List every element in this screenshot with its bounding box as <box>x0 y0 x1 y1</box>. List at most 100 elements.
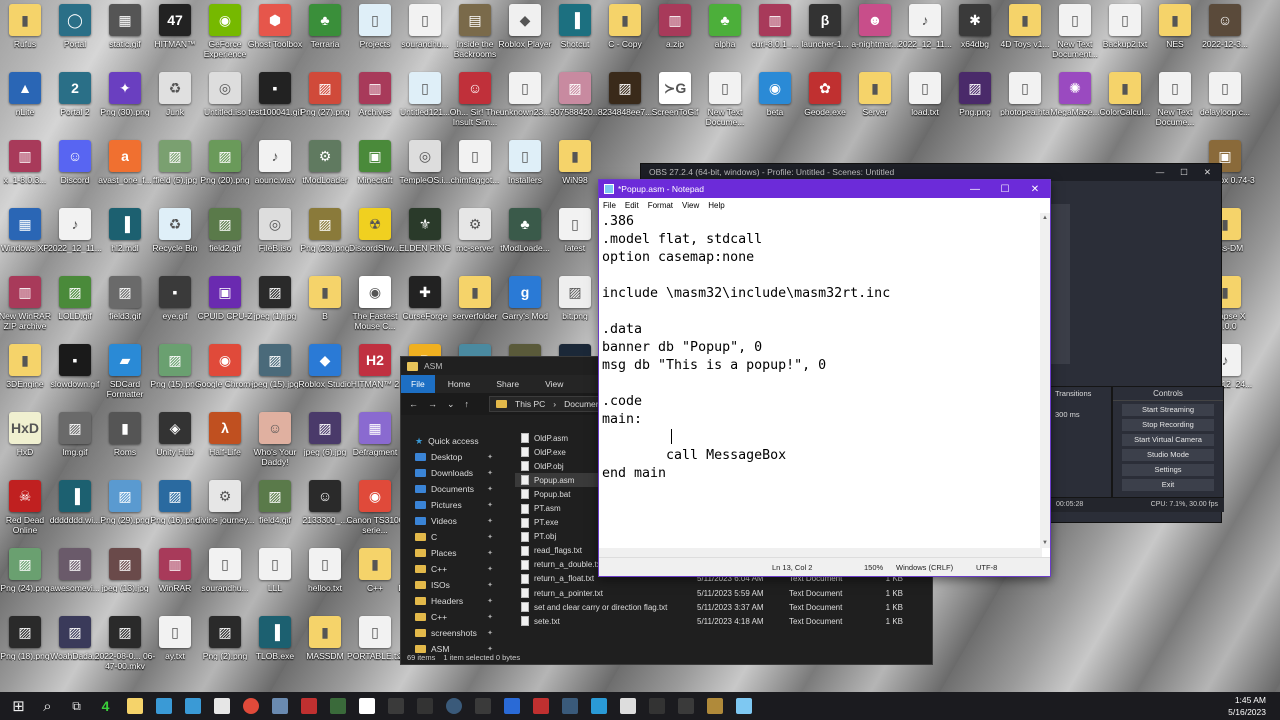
maximize-icon[interactable]: ☐ <box>1180 167 1188 181</box>
desktop-app-icon: ◈ <box>159 412 191 444</box>
taskbar-app-icon[interactable] <box>587 694 611 718</box>
nav-item[interactable]: ★ Quick access <box>401 433 501 449</box>
back-arrow-icon[interactable]: ← <box>409 399 418 409</box>
taskbar-app-icon[interactable] <box>471 694 495 718</box>
controls-header: Controls <box>1113 387 1223 401</box>
taskbar-app-icon[interactable] <box>384 694 408 718</box>
desktop-app-icon: ▨ <box>159 140 191 172</box>
system-tray-clock[interactable]: 1:45 AM 5/16/2023 <box>1228 694 1266 718</box>
scroll-up-icon[interactable]: ▲ <box>1042 215 1048 221</box>
taskbar-app-icon[interactable] <box>326 694 350 718</box>
notepad-window[interactable]: *Popup.asm - Notepad — ☐ ✕ File Edit For… <box>598 179 1051 577</box>
nav-item[interactable]: C++ ✦ <box>401 561 501 577</box>
desktop-app-icon: ♣ <box>709 4 741 36</box>
desktop-icon[interactable]: ▨ bit.png <box>544 272 606 338</box>
stop-recording-button[interactable]: Stop Recording <box>1122 419 1214 431</box>
taskbar-notepad-icon[interactable] <box>732 694 756 718</box>
nav-item[interactable]: Desktop ✦ <box>401 449 501 465</box>
taskbar-app-icon[interactable] <box>500 694 524 718</box>
desktop-app-icon: ▮ <box>359 548 391 580</box>
taskbar-app-icon[interactable] <box>152 694 176 718</box>
desktop-icon[interactable]: ▮ WiN98 <box>544 136 606 202</box>
desktop-icon[interactable]: ▯ delayloop.c... <box>1194 68 1256 134</box>
menu-format[interactable]: Format <box>648 201 673 210</box>
nav-item[interactable]: Documents ✦ <box>401 481 501 497</box>
taskbar-app-icon[interactable] <box>297 694 321 718</box>
maximize-icon[interactable]: ☐ <box>990 184 1020 195</box>
studio-mode-button[interactable]: Studio Mode <box>1122 449 1214 461</box>
breadcrumb-item[interactable]: This PC <box>515 399 545 409</box>
taskbar-app-icon[interactable] <box>558 694 582 718</box>
taskbar-app-icon[interactable] <box>355 694 379 718</box>
desktop-app-icon: ✺ <box>1059 72 1091 104</box>
start-virtual-camera-button[interactable]: Start Virtual Camera <box>1122 434 1214 446</box>
taskbar-app-icon[interactable] <box>210 694 234 718</box>
taskbar-steam-icon[interactable] <box>442 694 466 718</box>
nav-item[interactable]: Places ✦ <box>401 545 501 561</box>
desktop-app-icon: ▯ <box>309 548 341 580</box>
taskbar-app-4-icon[interactable]: 4 <box>94 694 118 718</box>
minimize-icon[interactable]: — <box>960 184 990 195</box>
desktop-app-icon: ▯ <box>209 548 241 580</box>
taskbar-app-icon[interactable] <box>268 694 292 718</box>
desktop-app-icon: ✚ <box>409 276 441 308</box>
taskbar-search-icon[interactable]: ⌕ <box>36 694 60 718</box>
taskbar-app-icon[interactable] <box>703 694 727 718</box>
start-streaming-button[interactable]: Start Streaming <box>1122 404 1214 416</box>
desktop-app-icon: ◉ <box>209 344 241 376</box>
tab-view[interactable]: View <box>532 379 576 389</box>
text-editor[interactable]: .386 .model flat, stdcall option casemap… <box>599 213 1041 548</box>
pin-icon: ✦ <box>487 454 493 461</box>
desktop-icon[interactable]: ▯ latest <box>544 204 606 270</box>
taskbar-app-icon[interactable] <box>413 694 437 718</box>
nav-item[interactable]: C ✦ <box>401 529 501 545</box>
nav-item[interactable]: ISOs ✦ <box>401 577 501 593</box>
taskbar-app-icon[interactable] <box>674 694 698 718</box>
file-row[interactable]: set and clear carry or direction flag.tx… <box>515 600 933 614</box>
taskbar-app-icon[interactable] <box>529 694 553 718</box>
exit-button[interactable]: Exit <box>1122 479 1214 491</box>
minimize-icon[interactable]: — <box>1156 167 1165 181</box>
taskbar-task-view-icon[interactable]: ⧉ <box>65 694 89 718</box>
tab-home[interactable]: Home <box>435 379 484 389</box>
cursor-position: Ln 13, Col 2 <box>772 563 813 572</box>
taskbar-app-icon[interactable] <box>616 694 640 718</box>
taskbar-app-icon[interactable] <box>123 694 147 718</box>
tab-file[interactable]: File <box>401 375 435 393</box>
desktop-icon[interactable]: ☺ 2022-12-3... <box>1194 0 1256 66</box>
close-icon[interactable]: ✕ <box>1020 184 1050 195</box>
desktop-app-icon: ▮ <box>9 344 41 376</box>
chevron-down-icon[interactable]: ⌄ <box>447 399 455 410</box>
notepad-titlebar[interactable]: *Popup.asm - Notepad — ☐ ✕ <box>599 180 1050 198</box>
desktop-app-icon: ▨ <box>159 480 191 512</box>
clock-date: 5/16/2023 <box>1228 707 1266 717</box>
nav-item[interactable]: Headers ✦ <box>401 593 501 609</box>
up-arrow-icon[interactable]: ↑ <box>465 399 470 409</box>
nav-item[interactable]: Downloads ✦ <box>401 465 501 481</box>
file-row[interactable]: sete.txt 5/11/2023 4:18 AM Text Document 1 … <box>515 614 933 628</box>
desktop-app-icon: ▐ <box>259 616 291 648</box>
taskbar-app-icon[interactable] <box>645 694 669 718</box>
vertical-scrollbar[interactable]: ▲ ▼ <box>1040 213 1050 548</box>
taskbar-app-icon[interactable] <box>181 694 205 718</box>
scroll-down-icon[interactable]: ▼ <box>1042 540 1048 546</box>
desktop-app-icon: ◆ <box>309 344 341 376</box>
menu-edit[interactable]: Edit <box>625 201 639 210</box>
close-icon[interactable]: ✕ <box>1204 167 1211 181</box>
nav-item[interactable]: Videos ✦ <box>401 513 501 529</box>
taskbar-chrome-icon[interactable] <box>239 694 263 718</box>
transition-duration[interactable]: 300 ms <box>1055 410 1107 419</box>
menu-help[interactable]: Help <box>708 201 724 210</box>
nav-item[interactable]: screenshots ✦ <box>401 625 501 641</box>
menu-view[interactable]: View <box>682 201 699 210</box>
menu-file[interactable]: File <box>603 201 616 210</box>
desktop-app-icon: ⚙ <box>209 480 241 512</box>
forward-arrow-icon[interactable]: → <box>428 399 437 409</box>
nav-item[interactable]: C++ ✦ <box>401 609 501 625</box>
settings-button[interactable]: Settings <box>1122 464 1214 476</box>
file-row[interactable]: return_a_pointer.txt 5/11/2023 5:59 AM Tex… <box>515 586 933 600</box>
tab-share[interactable]: Share <box>483 379 532 389</box>
taskbar-start-icon[interactable]: ⊞ <box>7 694 31 718</box>
nav-item-label: Places <box>431 548 457 558</box>
nav-item[interactable]: Pictures ✦ <box>401 497 501 513</box>
